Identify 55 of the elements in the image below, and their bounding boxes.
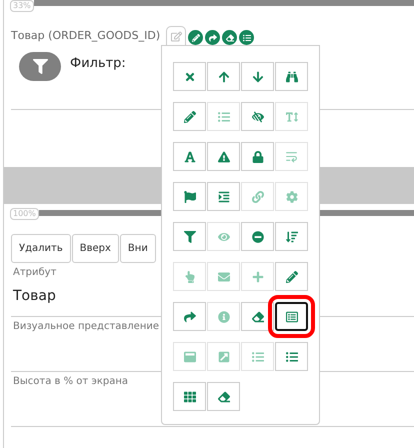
edit-icon — [170, 30, 182, 42]
action-button[interactable] — [222, 30, 238, 45]
envelope-icon — [218, 270, 230, 282]
wrap-text-icon — [285, 150, 298, 163]
field-label: Товар (ORDER_GOODS_ID) — [11, 29, 160, 42]
list-icon — [286, 350, 298, 362]
external-link-icon — [218, 350, 230, 362]
field-label: Высота в % от экрана — [12, 376, 128, 387]
progress-percent: 33% — [10, 0, 34, 12]
pencil-icon — [192, 34, 200, 42]
font-icon — [184, 150, 196, 162]
share-arrow-icon — [184, 310, 196, 322]
progress-percent: 100% — [10, 208, 39, 220]
eraser-icon — [252, 310, 264, 322]
action-button[interactable] — [188, 30, 204, 45]
text-height-icon — [286, 110, 298, 122]
action-button[interactable]: Вни — [120, 234, 156, 263]
share-arrow-icon — [208, 34, 217, 42]
link-icon — [252, 190, 264, 202]
field-label: Атрибут — [12, 267, 56, 278]
arrow-down-icon — [252, 70, 264, 82]
list-icon — [242, 34, 251, 42]
settings-icon — [286, 190, 298, 202]
list-icon — [218, 110, 230, 122]
eye-icon — [218, 230, 230, 242]
action-button[interactable]: Удалить — [11, 234, 71, 263]
grid-icon — [184, 390, 196, 402]
pencil-icon — [286, 270, 298, 282]
field-label: Визуальное представление — [12, 321, 160, 332]
sort-icon — [286, 230, 298, 242]
filter-label: Фильтр: — [70, 56, 126, 71]
eye-slash-icon — [252, 110, 264, 122]
eraser-icon — [226, 34, 234, 42]
info-icon — [218, 310, 230, 322]
filter-icon — [184, 230, 196, 242]
list-icon — [252, 350, 264, 362]
flag-icon — [184, 190, 196, 202]
binoculars-icon — [286, 70, 298, 82]
action-button[interactable]: Вверх — [72, 234, 119, 263]
window-icon — [184, 350, 196, 362]
filter-icon — [32, 59, 48, 74]
action-button[interactable] — [239, 30, 254, 45]
indent-icon — [218, 190, 230, 202]
action-button[interactable] — [205, 30, 220, 45]
plus-icon — [252, 270, 264, 282]
warning-icon — [218, 150, 230, 162]
field-value: Товар — [12, 288, 56, 304]
hand-icon — [184, 270, 196, 282]
close-icon — [184, 70, 196, 82]
lock-icon — [252, 150, 264, 162]
arrow-up-icon — [218, 70, 230, 82]
eraser-icon — [218, 390, 230, 402]
pencil-icon — [184, 110, 196, 122]
filter-button[interactable] — [19, 52, 61, 81]
document-list-icon — [286, 310, 298, 322]
